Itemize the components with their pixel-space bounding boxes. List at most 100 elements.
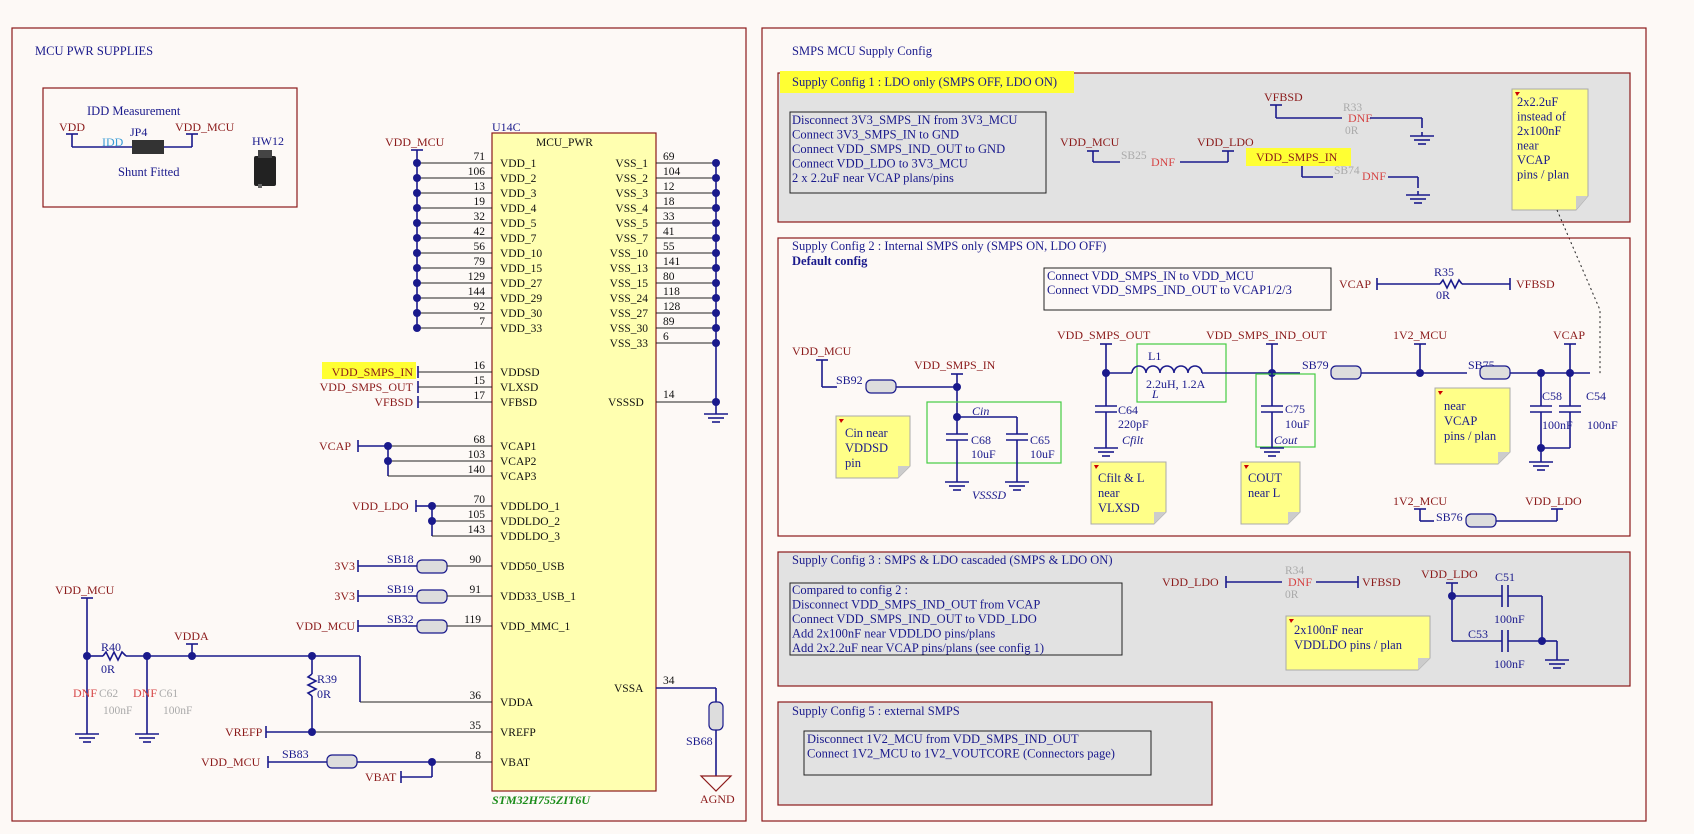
c54-val: 100nF: [1587, 418, 1618, 432]
sb25-ref: SB25: [1121, 150, 1147, 162]
analog-pin-num: 8: [475, 750, 481, 762]
config2-note-line: Connect VDD_SMPS_IN to VDD_MCU: [1047, 269, 1254, 283]
config3-note-line: Add 2x100nF near VDDLDO pins/plans: [792, 627, 995, 641]
usb-pin-name: VDD50_USB: [500, 561, 565, 573]
usb-pin-net: 3V3: [334, 559, 355, 573]
c53-val: 100nF: [1494, 657, 1525, 671]
c75-ref: C75: [1285, 402, 1305, 416]
sb74-dnf: DNF: [1362, 169, 1386, 183]
c75-cout: Cout: [1274, 433, 1298, 447]
ldo-pin-name: VDDLDO_2: [500, 516, 560, 528]
vss-pin-name: VSS_15: [610, 278, 649, 290]
c53-ref: C53: [1468, 627, 1488, 641]
vdd-pin-num: 42: [474, 226, 486, 238]
ic-vdd-pins: 71 VDD_1 106 VDD_2 13 VDD_3 19 VDD_4 32 VDD_5 42 VD…: [413, 151, 542, 335]
vdda-net: VDDA: [174, 629, 209, 643]
smps-pin-name: VLXSD: [500, 382, 538, 394]
vss-pin-name: VSS_5: [615, 218, 648, 230]
usb-pin-num: 119: [464, 614, 481, 626]
ic-part-number: STM32H755ZIT6U: [492, 793, 591, 807]
vss-pin-name: VSS_2: [615, 173, 648, 185]
l1-type: L: [1151, 387, 1159, 401]
c3-vdd-ldo: VDD_LDO: [1162, 575, 1219, 589]
vcap-pin-num: 68: [474, 434, 486, 446]
vss-pin-num: 33: [663, 211, 675, 223]
c2-vdd-mcu: VDD_MCU: [792, 344, 852, 358]
ldo-pin-name: VDDLDO_3: [500, 531, 560, 543]
c62-val: 100nF: [103, 705, 132, 717]
vss-pin-name: VSS_7: [615, 233, 648, 245]
ic-top-net-vdd-mcu: VDD_MCU: [385, 135, 445, 149]
c64-cfilt: Cfilt: [1122, 433, 1144, 447]
c2-vdd-smps-ind-out: VDD_SMPS_IND_OUT: [1206, 328, 1327, 342]
c75-val: 10uF: [1285, 417, 1310, 431]
vss-pin-name: VSS_33: [610, 338, 649, 350]
vdd-pin-name: VDD_30: [500, 308, 542, 320]
ldo-pin-num: 105: [468, 509, 486, 521]
vssa-pin-name: VSSA: [614, 683, 644, 695]
c65-val: 10uF: [1030, 447, 1055, 461]
vss-pin-num: 141: [663, 256, 681, 268]
vss-pin-name: VSS_27: [610, 308, 649, 320]
c1-vfbsd: VFBSD: [1264, 90, 1303, 104]
jp4-jumper: [132, 140, 164, 154]
config5-notes: Disconnect 1V2_MCU from VDD_SMPS_IND_OUT…: [807, 732, 1115, 761]
config2-note-line: Connect VDD_SMPS_IND_OUT to VCAP1/2/3: [1047, 283, 1292, 297]
c54-ref: C54: [1586, 389, 1606, 403]
config1-note-line: Connect VDD_SMPS_IND_OUT to GND: [792, 142, 1005, 156]
r33-val: 0R: [1345, 125, 1359, 137]
vdd-pin-num: 13: [474, 181, 486, 193]
vss-pin-num: 55: [663, 241, 675, 253]
vss-pin-num: 128: [663, 301, 681, 313]
vss-pin-name: VSS_10: [610, 248, 649, 260]
vbat-net: VBAT: [365, 770, 397, 784]
vrefp-net: VREFP: [225, 725, 263, 739]
config5-note-line: Disconnect 1V2_MCU from VDD_SMPS_IND_OUT: [807, 732, 1079, 746]
config3-note-line: Compared to config 2 :: [792, 583, 908, 597]
c61-ref: C61: [159, 688, 178, 700]
vdd-pin-num: 19: [474, 196, 486, 208]
vcap-pin-num: 140: [468, 464, 486, 476]
r35-val: 0R: [1436, 288, 1450, 302]
vdd-pin-num: 7: [479, 316, 485, 328]
vss-pin-num: 12: [663, 181, 675, 193]
usb-pin-num: 90: [470, 554, 482, 566]
config1-note-line: Connect VDD_LDO to 3V3_MCU: [792, 157, 968, 171]
vss-pin-num: 18: [663, 196, 675, 208]
c2-vcap-top: VCAP: [1553, 328, 1585, 342]
usb-sb-ref: SB19: [387, 582, 414, 596]
idd-note: Shunt Fitted: [118, 165, 180, 179]
vss-pin-num: 80: [663, 271, 675, 283]
config1-panel: Supply Config 1 : LDO only (SMPS OFF, LD…: [777, 71, 1631, 223]
smps-pin-net: VFBSD: [374, 395, 413, 409]
vss-pin-num: 6: [663, 331, 669, 343]
vcap-pin-name: VCAP2: [500, 456, 537, 468]
vdd-pin-name: VDD_33: [500, 323, 542, 335]
smps-pin-name: VFBSD: [500, 397, 537, 409]
vss-pin-name: VSS_13: [610, 263, 649, 275]
c1-vdd-ldo: VDD_LDO: [1197, 135, 1254, 149]
c2-vdd-smps-in: VDD_SMPS_IN: [914, 358, 996, 372]
vss-pin-num: 41: [663, 226, 675, 238]
vss-pin-num: 69: [663, 151, 675, 163]
vss-pin-num: 104: [663, 166, 681, 178]
r35-ref: R35: [1434, 265, 1454, 279]
config2-title: Supply Config 2 : Internal SMPS only (SM…: [792, 239, 1106, 253]
usb-pin-name: VDD_MMC_1: [500, 621, 571, 633]
vss-pin-name: VSS_1: [615, 158, 648, 170]
agnd-net: AGND: [700, 792, 735, 806]
sticky-vcap-line: near: [1444, 399, 1466, 413]
vsssd-name: VSSSD: [608, 397, 644, 409]
c58-val: 100nF: [1542, 418, 1573, 432]
vdd-pin-name: VDD_1: [500, 158, 537, 170]
config2-subtitle: Default config: [792, 254, 868, 268]
vss-pin-name: VSS_4: [615, 203, 648, 215]
c2-1v2-mcu-bottom: 1V2_MCU: [1393, 494, 1447, 508]
analog-pin-name: VBAT: [500, 757, 530, 769]
sticky-cfilt-line: VLXSD: [1098, 501, 1140, 515]
config1-title: Supply Config 1 : LDO only (SMPS OFF, LD…: [792, 75, 1057, 89]
vdd-pin-name: VDD_29: [500, 293, 542, 305]
analog-pin-num: 35: [470, 720, 482, 732]
vbat-vdd-mcu: VDD_MCU: [201, 755, 261, 769]
ldo-pin-num: 143: [468, 524, 486, 536]
